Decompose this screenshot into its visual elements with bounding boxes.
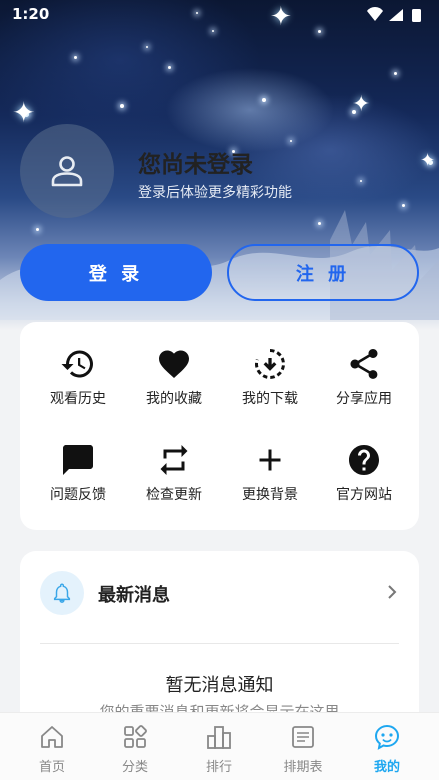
chevron-right-icon[interactable] (385, 583, 399, 601)
profile-icon (374, 724, 400, 750)
heart-icon (159, 350, 189, 379)
feature-label: 问题反馈 (50, 487, 106, 503)
status-time: 1:20 (12, 5, 50, 23)
status-bar: 1:20 (0, 0, 439, 30)
login-button[interactable]: 登 录 (20, 244, 212, 301)
avatar[interactable] (20, 124, 114, 218)
feature-share-app[interactable]: 分享应用 (314, 346, 414, 426)
ranking-icon (207, 726, 231, 749)
messages-title: 最新消息 (98, 585, 170, 606)
tab-label: 首页 (38, 760, 65, 775)
tab-label: 排期表 (283, 760, 323, 775)
tab-category[interactable]: 分类 (91, 713, 179, 780)
history-icon (61, 350, 93, 378)
feature-watch-history[interactable]: 观看历史 (28, 346, 128, 426)
bell-badge (40, 571, 84, 615)
feature-label: 更换背景 (242, 487, 298, 503)
feature-label: 观看历史 (50, 391, 106, 407)
feature-label: 官方网站 (336, 487, 392, 503)
tab-label: 排行 (205, 760, 232, 775)
profile-subtitle: 登录后体验更多精彩功能 (138, 185, 292, 201)
share-icon (350, 349, 378, 379)
schedule-icon (292, 726, 314, 748)
download-icon (255, 349, 285, 379)
tab-label: 分类 (121, 760, 148, 775)
feature-favorites[interactable]: 我的收藏 (124, 346, 224, 426)
feature-official-site[interactable]: 官方网站 (314, 442, 414, 522)
feature-downloads[interactable]: 我的下载 (220, 346, 320, 426)
tab-ranking[interactable]: 排行 (175, 713, 263, 780)
profile-title: 您尚未登录 (138, 152, 253, 178)
feature-label: 我的收藏 (146, 391, 202, 407)
tab-schedule[interactable]: 排期表 (259, 713, 347, 780)
category-icon (124, 725, 147, 748)
tab-home[interactable]: 首页 (8, 713, 96, 780)
register-button[interactable]: 注 册 (227, 244, 419, 301)
feature-label: 检查更新 (146, 487, 202, 503)
feature-grid: 观看历史 我的收藏 我的下载 分享应用 问题反馈 检查更新 更换背景 官方网站 (20, 322, 419, 530)
bell-icon (53, 583, 71, 603)
feature-label: 分享应用 (336, 391, 392, 407)
feedback-icon (63, 445, 93, 475)
feature-check-update[interactable]: 检查更新 (124, 442, 224, 522)
tab-profile[interactable]: 我的 (343, 713, 431, 780)
signal-battery-icon (367, 7, 421, 22)
plus-icon (259, 449, 281, 471)
home-icon (41, 726, 63, 748)
user-icon (51, 156, 83, 187)
bottom-tab-bar: 首页 分类 排行 排期表 我的 (0, 712, 439, 780)
tab-label: 我的 (373, 760, 400, 775)
feature-change-background[interactable]: 更换背景 (220, 442, 320, 522)
repeat-icon (160, 445, 188, 475)
divider (40, 643, 399, 644)
help-icon (349, 445, 379, 475)
empty-messages-title: 暂无消息通知 (165, 675, 274, 696)
feature-feedback[interactable]: 问题反馈 (28, 442, 128, 522)
feature-label: 我的下载 (242, 391, 298, 407)
